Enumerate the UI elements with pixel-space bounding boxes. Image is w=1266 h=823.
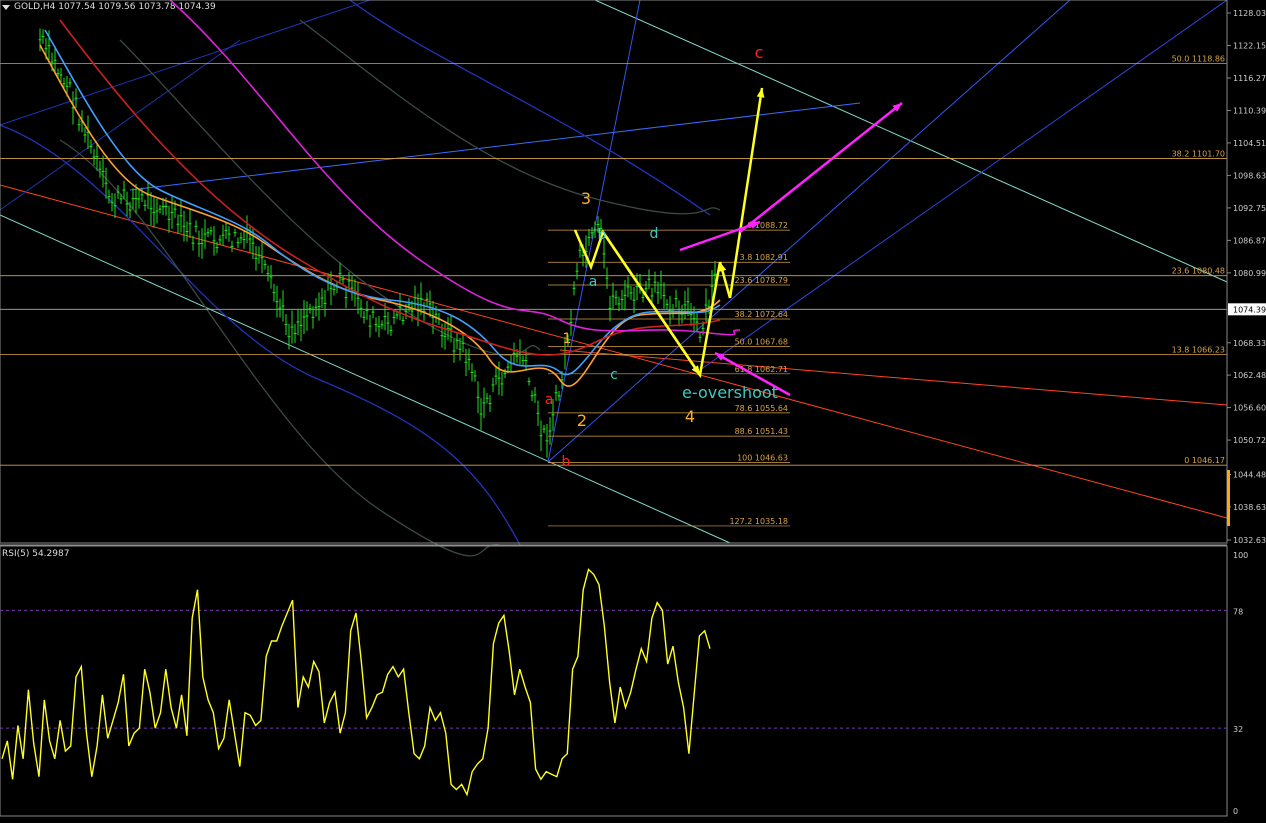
price-tick-label: 1116.27 <box>1233 74 1266 83</box>
price-tick-label: 1122.15 <box>1233 41 1266 50</box>
trendline <box>0 214 731 544</box>
wave-label-3: 3 <box>581 189 591 208</box>
price-panel-frame <box>0 0 1228 544</box>
moving-average <box>59 19 721 356</box>
wave-label-a: a <box>545 392 554 408</box>
wave-label-b: b <box>562 454 571 470</box>
volume-marker <box>1227 470 1230 526</box>
rsi-tick-label: 0 <box>1233 807 1238 816</box>
trendline <box>559 349 1228 406</box>
projection-arrow <box>739 102 903 233</box>
chart-canvas[interactable]: 50.0 1118.8638.2 1101.7023.6 1080.4813.8… <box>0 0 1266 823</box>
fib-label-right: 38.2 1101.70 <box>1172 149 1225 158</box>
fib-label-right: 23.6 1080.48 <box>1172 267 1225 276</box>
wave-label-b: b <box>598 227 607 243</box>
wave-label-e-overshoot: e-overshoot <box>682 383 778 402</box>
envelope-band <box>59 139 501 557</box>
moving-averages <box>39 0 741 387</box>
price-tick-label: 1038.63 <box>1233 503 1266 512</box>
wave-annotations: c 3 b d a 1 c e-overshoot a 2 4 b <box>545 43 903 470</box>
wave-label-a: a <box>589 274 598 290</box>
moving-average <box>39 44 721 387</box>
price-axis: 1128.03 1122.15 1116.27 1110.39 1104.51 1098.… <box>0 0 1266 817</box>
wave-arrow-head <box>718 262 727 272</box>
wave-label-1: 1 <box>563 331 572 347</box>
price-tick-label: 1056.60 <box>1233 404 1266 413</box>
wave-arrow <box>728 87 764 299</box>
channel-lines <box>0 0 1228 557</box>
rsi-panel-frame <box>0 545 1228 817</box>
current-price-label: 1074.39 <box>1233 305 1266 314</box>
fib-label-right: 13.8 1066.23 <box>1172 345 1225 354</box>
price-tick-label: 1068.33 <box>1233 339 1266 348</box>
rsi-tick-label: 100 <box>1233 551 1248 560</box>
price-tick-label: 1080.99 <box>1233 269 1266 278</box>
price-tick-label: 1032.63 <box>1233 536 1266 545</box>
wave-label-c: c <box>610 367 618 383</box>
rsi-tick-label: 78 <box>1233 607 1243 616</box>
fib-label-mid: 100 1046.63 <box>737 454 788 463</box>
price-tick-label: 1098.63 <box>1233 171 1266 180</box>
rsi-line <box>1 568 711 797</box>
price-tick-label: 1062.48 <box>1233 371 1266 380</box>
fib-label-right: 0 1046.17 <box>1184 456 1225 465</box>
price-tick-label: 1044.48 <box>1233 471 1266 480</box>
price-tick-label: 1050.72 <box>1233 436 1266 445</box>
trendline <box>129 102 861 191</box>
price-tick-label: 1086.87 <box>1233 236 1266 245</box>
price-tick-label: 1128.03 <box>1233 9 1266 18</box>
wave-label-2: 2 <box>577 411 587 430</box>
fib-label-mid: 127.2 1035.18 <box>729 517 788 526</box>
wave-label-4: 4 <box>685 407 695 426</box>
rsi-tick-label: 32 <box>1233 725 1243 734</box>
price-tick-label: 1110.39 <box>1233 106 1266 115</box>
price-tick-label: 1092.75 <box>1233 204 1266 213</box>
fib-label-right: 50.0 1118.86 <box>1172 55 1225 64</box>
wave-label-c: c <box>755 43 764 62</box>
envelope-band <box>349 0 711 216</box>
fib-label-mid: 88.6 1051.43 <box>735 427 788 436</box>
price-candles <box>38 28 717 458</box>
fib-label-mid: 23.6 1078.79 <box>735 276 788 285</box>
fib-label-mid: 50.0 1067.68 <box>735 337 788 346</box>
fib-label-mid: 78.6 1055.64 <box>735 404 788 413</box>
wave-label-d: d <box>650 226 659 242</box>
envelope-band <box>119 39 541 356</box>
fib-label-mid: 38.2 1072.64 <box>735 310 788 319</box>
rsi-panel: 100 78 32 0 <box>0 551 1248 816</box>
envelope-band <box>299 19 721 215</box>
trendline <box>0 39 241 211</box>
price-tick-label: 1104.51 <box>1233 139 1266 148</box>
fib-label-mid: 3.8 1082.91 <box>740 253 788 262</box>
